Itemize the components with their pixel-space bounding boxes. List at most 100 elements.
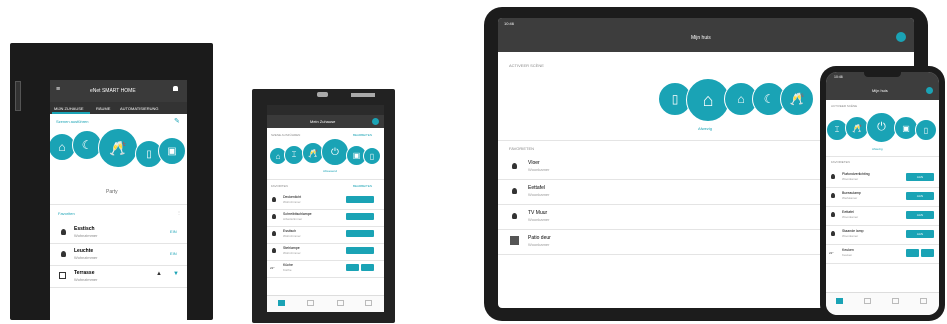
nav-settings-icon[interactable] — [365, 300, 372, 306]
list-item[interactable]: Leuchte Wohnzimmer EIN — [50, 243, 187, 266]
item-room: Werkkamer — [842, 196, 858, 200]
nav-home-icon[interactable] — [278, 300, 285, 306]
item-room: Woonkamer — [842, 177, 859, 181]
notch — [864, 72, 901, 77]
panel-side-slot — [15, 81, 21, 111]
toggle-button[interactable] — [346, 247, 374, 254]
item-room: Woonkamer — [528, 167, 550, 172]
item-action[interactable]: EIN — [170, 251, 177, 256]
wall-panel-large: ≡ eNet SMART HOME MIJN ZUHAUSE RÄUME AUT… — [10, 43, 213, 321]
active-scene-label: Afwezig — [872, 147, 883, 151]
item-room: Woonkamer — [528, 192, 550, 197]
scene-extra-icon[interactable]: ▣ — [158, 137, 186, 165]
item-name: Patio deur — [528, 235, 551, 241]
app-title: Mijn huis — [691, 35, 711, 41]
increase-button[interactable] — [361, 264, 374, 271]
favorites-label: FAVORIETEN — [831, 160, 850, 164]
toggle-button[interactable] — [346, 230, 374, 237]
favorites-label: Favoriten — [58, 211, 75, 216]
tab-automation[interactable]: AUTOMATISIERUNG — [120, 106, 159, 111]
app-header: Mein Zuhause — [267, 115, 384, 128]
bulb-icon — [272, 231, 276, 236]
toggle-button[interactable]: AAN — [906, 173, 934, 181]
item-room: Keuken — [842, 253, 853, 257]
app-header: 10:46 Mijn huis — [498, 18, 914, 52]
scene-away-icon[interactable]: ⏻ — [866, 112, 897, 143]
user-icon[interactable] — [926, 87, 933, 94]
list-item[interactable]: 22° Küche Küche — [267, 260, 384, 278]
button-label: AAN — [916, 231, 924, 236]
bell-icon[interactable] — [173, 86, 178, 91]
chevron-up-icon[interactable]: ▲ — [156, 271, 162, 277]
decrease-button[interactable] — [346, 264, 359, 271]
list-item[interactable]: Plafondverlichting Woonkamer AAN — [826, 168, 939, 188]
list-item[interactable]: 22° Keuken Keuken — [826, 244, 939, 264]
active-scene-label: Afwezig — [698, 126, 713, 131]
item-room: Wohnzimmer — [74, 233, 98, 238]
app-header: ≡ eNet SMART HOME — [50, 80, 187, 102]
list-item[interactable]: Stehlampe Wohnzimmer — [267, 243, 384, 261]
toggle-button[interactable] — [346, 196, 374, 203]
nav-network-icon[interactable] — [337, 300, 344, 306]
item-room: Arbeitszimmer — [283, 217, 303, 221]
toggle-button[interactable] — [346, 213, 374, 220]
item-room: Wohnzimmer — [74, 255, 98, 260]
thermometer-icon: 22° — [829, 251, 834, 255]
scene-6-icon[interactable]: ▯ — [363, 147, 381, 165]
nav-settings-icon[interactable] — [920, 298, 927, 304]
app-header: 10:46 Mijn huis — [826, 72, 939, 100]
nav-home-icon[interactable] — [836, 298, 843, 304]
item-room: Küche — [283, 268, 292, 272]
nav-rooms-icon[interactable] — [307, 300, 314, 306]
item-name: TV Muur — [528, 210, 548, 216]
toggle-button[interactable]: AAN — [906, 211, 934, 219]
edit-icon[interactable]: ✎ — [174, 117, 180, 125]
item-room: Woonkamer — [842, 234, 859, 238]
item-name: Vloer — [528, 160, 540, 166]
bulb-icon — [272, 214, 276, 219]
item-action[interactable]: EIN — [170, 229, 177, 234]
door-icon — [510, 236, 519, 245]
item-room: Woonkamer — [842, 215, 859, 219]
item-room: Wohnzimmer — [283, 234, 301, 238]
decrease-button[interactable] — [906, 249, 919, 257]
edit-link[interactable]: BEARBEITEN — [353, 184, 372, 189]
user-icon[interactable] — [372, 118, 379, 125]
list-item[interactable]: Terrasse Wohnzimmer ▲ ▼ — [50, 265, 187, 288]
favorites-menu-icon[interactable]: ⋮ — [177, 210, 181, 215]
list-item[interactable]: Schreibtischlampe Arbeitszimmer — [267, 209, 384, 227]
scene-away-icon[interactable]: ⏻ — [321, 138, 349, 166]
tab-home[interactable]: MIJN ZUHAUSE — [54, 106, 84, 111]
thermometer-icon: 22° — [270, 266, 275, 270]
chevron-down-icon[interactable]: ▼ — [173, 271, 179, 277]
tab-rooms[interactable]: RÄUME — [96, 106, 110, 111]
scene-party-icon[interactable]: 🥂 — [98, 128, 138, 168]
item-room: Woonkamer — [528, 217, 550, 222]
scene-party-icon[interactable]: 🥂 — [780, 82, 814, 116]
nav-rooms-icon[interactable] — [864, 298, 871, 304]
list-item[interactable]: Bureaulamp Werkkamer AAN — [826, 187, 939, 207]
user-icon[interactable] — [896, 32, 906, 42]
toggle-button[interactable]: AAN — [906, 192, 934, 200]
menu-icon[interactable]: ≡ — [56, 86, 60, 93]
divider — [826, 156, 939, 157]
list-item[interactable]: Deckenlicht Wohnzimmer — [267, 192, 384, 210]
toggle-button[interactable]: AAN — [906, 230, 934, 238]
list-item[interactable]: Esstisch Wohnzimmer EIN — [50, 221, 187, 244]
item-room: Wohnzimmer — [74, 277, 98, 282]
status-bar — [267, 105, 384, 115]
item-name: Leuchte — [74, 248, 94, 254]
nav-network-icon[interactable] — [892, 298, 899, 304]
scene-2-icon[interactable]: ⌶ — [284, 145, 304, 165]
increase-button[interactable] — [921, 249, 934, 257]
list-item[interactable]: Eettafel Woonkamer AAN — [826, 206, 939, 226]
button-label: AAN — [916, 174, 924, 179]
scene-5-icon[interactable]: ▯ — [915, 119, 937, 141]
list-item[interactable]: Staande lamp Woonkamer AAN — [826, 225, 939, 245]
bulb-icon — [272, 197, 276, 202]
edit-link[interactable]: BEARBEITEN — [353, 133, 372, 138]
favorites-label: FAVORIETEN — [509, 146, 535, 151]
panel-top-logo — [351, 93, 375, 97]
bulb-icon — [512, 213, 517, 219]
list-item[interactable]: Esstisch Wohnzimmer — [267, 226, 384, 244]
